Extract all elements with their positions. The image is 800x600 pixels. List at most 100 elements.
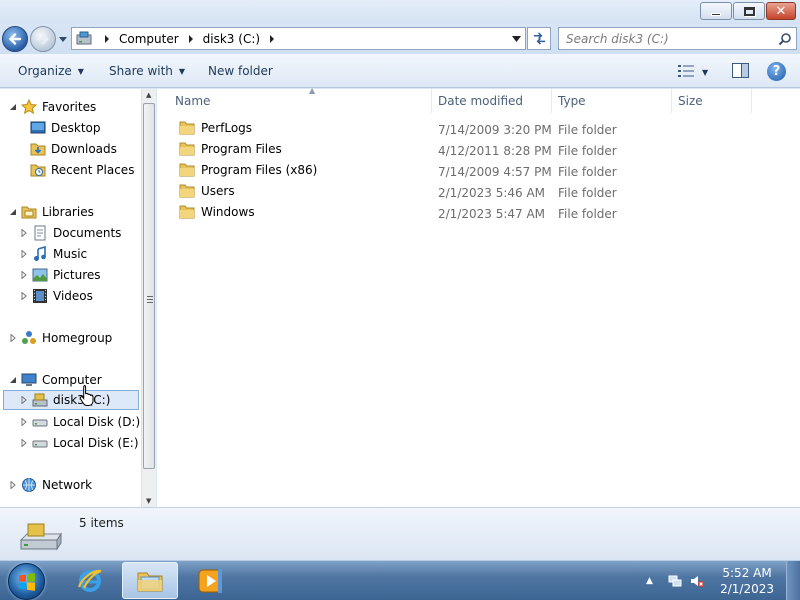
taskbar: ▲ 5:52 AM 2/1/2023	[0, 560, 800, 600]
music-icon	[34, 246, 46, 261]
system-drive-large-icon	[19, 523, 62, 551]
file-name: Users	[179, 184, 235, 198]
share-with-button[interactable]: Share with ▼	[109, 64, 185, 78]
libraries-icon	[21, 206, 37, 219]
collapsed-arrow-icon[interactable]	[20, 229, 28, 237]
expanded-arrow-icon[interactable]	[9, 376, 17, 384]
windows-explorer-icon	[137, 572, 163, 591]
help-icon[interactable]: ?	[767, 62, 786, 81]
folder-icon	[179, 184, 195, 198]
nav-item-desktop[interactable]: Desktop	[30, 118, 101, 138]
nav-item-videos[interactable]: Videos	[20, 286, 93, 306]
taskbar-media-player[interactable]	[182, 562, 238, 599]
nav-libraries-label: Libraries	[42, 205, 94, 219]
breadcrumb-chevron-icon[interactable]	[268, 34, 276, 44]
forward-button[interactable]	[30, 26, 56, 52]
new-folder-button[interactable]: New folder	[208, 64, 273, 78]
breadcrumb-chevron-icon[interactable]	[187, 34, 195, 44]
file-row[interactable]: Users 2/1/2023 5:46 AM File folder	[175, 182, 775, 203]
change-view-icon[interactable]	[677, 64, 695, 78]
nav-network[interactable]: Network	[9, 475, 92, 495]
preview-pane-icon[interactable]	[732, 63, 749, 78]
folder-icon	[179, 205, 195, 219]
scrollbar-thumb[interactable]	[143, 103, 155, 469]
title-bar[interactable]: ✕	[0, 0, 800, 24]
breadcrumb-disk3[interactable]: disk3 (C:)	[203, 32, 260, 46]
minimize-button[interactable]	[700, 2, 732, 20]
file-list-pane: Name ▲ Date modified Type Size PerfLogs …	[157, 86, 800, 507]
nav-favorites[interactable]: Favorites	[9, 97, 96, 117]
taskbar-windows-explorer[interactable]	[122, 562, 178, 599]
column-header-date-modified[interactable]: Date modified	[432, 89, 552, 113]
address-bar[interactable]: Computer disk3 (C:)	[71, 27, 526, 50]
nav-item-disk3[interactable]: disk3 (C:)	[3, 390, 139, 410]
collapsed-arrow-icon[interactable]	[9, 481, 17, 489]
search-icon[interactable]	[778, 32, 792, 46]
volume-muted-icon[interactable]	[690, 574, 704, 588]
collapsed-arrow-icon[interactable]	[20, 418, 28, 426]
folder-icon	[179, 121, 195, 135]
column-header-name[interactable]: Name ▲	[169, 86, 432, 113]
show-hidden-icons-icon[interactable]: ▲	[646, 574, 660, 588]
nav-homegroup[interactable]: Homegroup	[9, 328, 112, 348]
address-history-dropdown-icon[interactable]	[512, 35, 521, 43]
nav-item-documents[interactable]: Documents	[20, 223, 121, 243]
nav-item-local-disk-e[interactable]: Local Disk (E:)	[20, 433, 139, 453]
network-status-icon[interactable]	[668, 574, 682, 588]
file-name-label: Users	[201, 184, 235, 198]
nav-item-recent-places[interactable]: Recent Places	[30, 160, 134, 180]
taskbar-internet-explorer[interactable]	[62, 562, 118, 599]
search-input[interactable]: Search disk3 (C:)	[558, 27, 797, 50]
nav-item-local-disk-d[interactable]: Local Disk (D:)	[20, 412, 140, 432]
search-placeholder: Search disk3 (C:)	[566, 32, 669, 46]
nav-documents-label: Documents	[53, 226, 122, 240]
nav-item-pictures[interactable]: Pictures	[20, 265, 101, 285]
scroll-down-icon[interactable]: ▼	[146, 497, 151, 505]
refresh-button[interactable]	[527, 27, 551, 50]
column-date-label: Date modified	[438, 94, 524, 108]
nav-item-downloads[interactable]: Downloads	[30, 139, 117, 159]
nav-downloads-label: Downloads	[51, 142, 117, 156]
nav-item-music[interactable]: Music	[20, 244, 87, 264]
chevron-down-icon: ▼	[77, 66, 84, 76]
windows-logo-icon	[19, 573, 35, 591]
nav-libraries[interactable]: Libraries	[9, 202, 94, 222]
view-dropdown-icon[interactable]: ▼	[702, 68, 708, 77]
navigation-pane: Favorites Desktop Downloads Recent Place…	[0, 89, 156, 507]
collapsed-arrow-icon[interactable]	[20, 292, 28, 300]
breadcrumb-chevron-icon[interactable]	[103, 34, 111, 44]
nav-scrollbar[interactable]: ▲ ▼	[141, 89, 156, 507]
show-desktop-button[interactable]	[786, 561, 800, 600]
close-button[interactable]: ✕	[766, 2, 796, 20]
sort-ascending-icon: ▲	[309, 86, 316, 95]
file-row[interactable]: Program Files (x86) 7/14/2009 4:57 PM Fi…	[175, 161, 775, 182]
taskbar-clock[interactable]: 5:52 AM 2/1/2023	[720, 565, 774, 597]
file-type: File folder	[558, 207, 617, 221]
breadcrumb-computer[interactable]: Computer	[119, 32, 179, 46]
recent-places-icon	[30, 164, 46, 177]
collapsed-arrow-icon[interactable]	[20, 271, 28, 279]
recent-pages-dropdown-icon[interactable]	[58, 34, 68, 44]
nav-favorites-label: Favorites	[42, 100, 97, 114]
nav-videos-label: Videos	[53, 289, 93, 303]
media-player-icon	[198, 568, 222, 593]
clock-date: 2/1/2023	[720, 582, 774, 596]
back-button[interactable]	[2, 26, 28, 52]
column-header-size[interactable]: Size	[672, 89, 752, 113]
collapsed-arrow-icon[interactable]	[20, 396, 28, 404]
collapsed-arrow-icon[interactable]	[20, 250, 28, 258]
expanded-arrow-icon[interactable]	[9, 103, 17, 111]
organize-button[interactable]: Organize ▼	[18, 64, 84, 78]
collapsed-arrow-icon[interactable]	[9, 334, 17, 342]
expanded-arrow-icon[interactable]	[9, 208, 17, 216]
start-button[interactable]	[8, 563, 45, 600]
scroll-up-icon[interactable]: ▲	[146, 91, 151, 99]
column-header-type[interactable]: Type	[552, 89, 672, 113]
collapsed-arrow-icon[interactable]	[20, 439, 28, 447]
maximize-button[interactable]	[733, 2, 765, 20]
file-row[interactable]: PerfLogs 7/14/2009 3:20 PM File folder	[175, 119, 775, 140]
hand-cursor-icon	[79, 385, 94, 406]
file-type: File folder	[558, 123, 617, 137]
file-row[interactable]: Program Files 4/12/2011 8:28 PM File fol…	[175, 140, 775, 161]
file-row[interactable]: Windows 2/1/2023 5:47 AM File folder	[175, 203, 775, 224]
